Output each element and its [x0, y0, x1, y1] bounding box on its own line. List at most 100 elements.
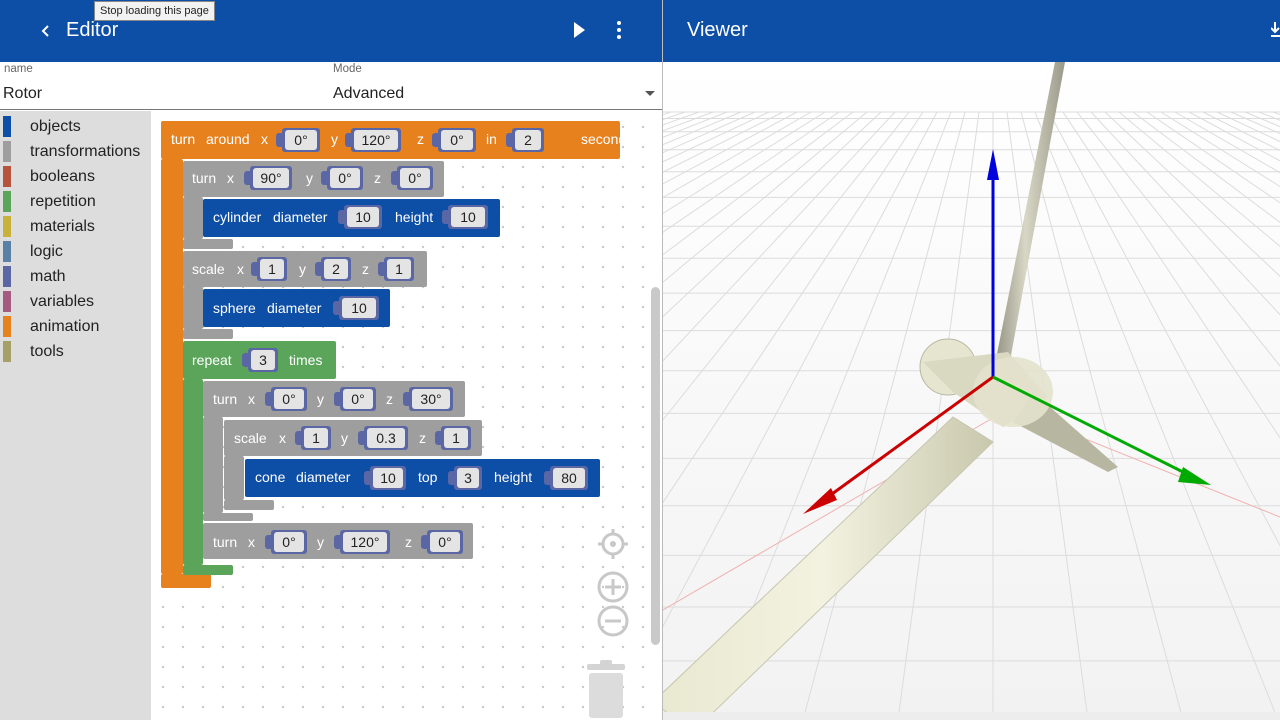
slot-turn2-z[interactable]: 30°: [403, 387, 453, 411]
axis-label-x: x: [237, 261, 244, 277]
axis-label-y: y: [341, 430, 348, 446]
axis-label-y: y: [299, 261, 306, 277]
value-text: 30°: [412, 389, 450, 409]
transform-block-turn-2-foot[interactable]: [203, 513, 253, 521]
slot-turn-around-x[interactable]: 0°: [276, 128, 320, 152]
category-color-swatch: [3, 191, 11, 212]
slot-scale1-x[interactable]: 1: [251, 257, 287, 281]
editor-fields: name Rotor Mode Advanced: [0, 62, 662, 110]
slot-turn2-x[interactable]: 0°: [265, 387, 307, 411]
category-color-swatch: [3, 291, 11, 312]
value-text: 0°: [441, 130, 473, 150]
animation-block-foot[interactable]: [161, 574, 211, 588]
slot-sphere-diameter[interactable]: 10: [333, 296, 379, 320]
slot-turn3-y[interactable]: 120°: [334, 530, 390, 554]
toolbox: objects transformations booleans repetition…: [0, 111, 151, 720]
axis-label-z: z: [374, 170, 381, 186]
toolbox-category-objects[interactable]: objects: [3, 115, 149, 137]
slot-turn1-z[interactable]: 0°: [391, 166, 433, 190]
param-label-height: height: [494, 469, 533, 485]
download-button[interactable]: [1270, 22, 1280, 43]
block-keyword-seconds: seconds: [581, 131, 634, 147]
viewer-canvas[interactable]: [663, 62, 1280, 720]
animation-block-arm[interactable]: [161, 159, 183, 574]
slot-cylinder-diameter[interactable]: 10: [338, 205, 382, 229]
slot-scale2-x[interactable]: 1: [295, 426, 331, 450]
slot-scale1-z[interactable]: 1: [378, 257, 414, 281]
zoom-out-button[interactable]: [597, 605, 629, 642]
slot-turn-around-y[interactable]: 120°: [345, 128, 401, 152]
more-menu-button[interactable]: [613, 19, 625, 46]
slot-cone-diameter[interactable]: 10: [364, 466, 406, 490]
mode-label: Mode: [333, 63, 362, 75]
transform-block-scale-1-foot[interactable]: [183, 329, 233, 339]
transform-block-scale-1-arm[interactable]: [183, 287, 203, 329]
category-label: repetition: [30, 193, 96, 210]
block-keyword-scale: scale: [192, 261, 225, 277]
toolbox-category-transformations[interactable]: transformations: [3, 140, 149, 162]
value-text: 120°: [354, 130, 398, 150]
chevron-left-icon: [41, 25, 49, 37]
axis-label-y: y: [306, 170, 313, 186]
dropdown-caret-icon[interactable]: [645, 91, 655, 96]
back-button[interactable]: [32, 17, 60, 45]
category-color-swatch: [3, 316, 11, 337]
value-text: 0°: [430, 532, 460, 552]
slot-duration[interactable]: 2: [506, 128, 544, 152]
slot-turn1-x[interactable]: 90°: [244, 166, 292, 190]
transform-block-turn-1-arm[interactable]: [183, 197, 203, 239]
trash-button[interactable]: [585, 660, 627, 725]
block-keyword-in: in: [486, 131, 497, 147]
download-icon: [1270, 22, 1280, 37]
toolbox-category-math[interactable]: math: [3, 265, 149, 287]
slot-turn3-z[interactable]: 0°: [421, 530, 463, 554]
slot-turn-around-z[interactable]: 0°: [432, 128, 476, 152]
name-field[interactable]: Rotor: [3, 85, 42, 103]
more-vert-icon: [617, 21, 621, 39]
toolbox-category-materials[interactable]: materials: [3, 215, 149, 237]
transform-block-scale-2-foot[interactable]: [224, 500, 274, 510]
run-button[interactable]: [573, 19, 587, 46]
blocks-workspace[interactable]: turn around x 0° y 120° z 0° in 2 seconds turn x 90° y…: [151, 111, 662, 720]
play-icon: [574, 22, 585, 38]
category-label: objects: [30, 118, 81, 135]
value-text: 1: [387, 259, 411, 279]
slot-repeat-count[interactable]: 3: [242, 348, 278, 372]
toolbox-category-logic[interactable]: logic: [3, 240, 149, 262]
toolbox-category-repetition[interactable]: repetition: [3, 190, 149, 212]
block-keyword-sphere: sphere: [213, 300, 256, 316]
workspace-scrollbar[interactable]: [651, 287, 660, 645]
axis-label-z: z: [405, 534, 412, 550]
toolbox-category-booleans[interactable]: booleans: [3, 165, 149, 187]
zoom-in-button[interactable]: [597, 571, 629, 608]
toolbox-category-variables[interactable]: variables: [3, 290, 149, 312]
value-text: 0°: [274, 389, 304, 409]
axis-label-z: z: [417, 131, 424, 147]
transform-block-scale-2-arm[interactable]: [224, 456, 244, 500]
repetition-block-arm[interactable]: [183, 379, 203, 565]
toolbox-category-animation[interactable]: animation: [3, 315, 149, 337]
recenter-button[interactable]: [597, 528, 629, 565]
value-text: 0°: [274, 532, 304, 552]
transform-block-turn-2-arm[interactable]: [203, 417, 223, 513]
category-color-swatch: [3, 216, 11, 237]
slot-turn3-x[interactable]: 0°: [265, 530, 307, 554]
value-text: 2: [324, 259, 348, 279]
slot-scale1-y[interactable]: 2: [315, 257, 351, 281]
slot-scale2-y[interactable]: 0.3: [358, 426, 408, 450]
mode-select[interactable]: Advanced: [333, 85, 404, 103]
slot-cylinder-height[interactable]: 10: [442, 205, 488, 229]
category-color-swatch: [3, 141, 11, 162]
slot-cone-top[interactable]: 3: [448, 466, 482, 490]
slot-cone-height[interactable]: 80: [544, 466, 588, 490]
transform-block-turn-1-foot[interactable]: [183, 239, 233, 249]
slot-turn1-y[interactable]: 0°: [321, 166, 363, 190]
value-text: 2: [515, 130, 541, 150]
category-color-swatch: [3, 241, 11, 262]
zoom-in-icon: [597, 571, 629, 603]
toolbox-category-tools[interactable]: tools: [3, 340, 149, 362]
axis-label-x: x: [227, 170, 234, 186]
repetition-block-foot[interactable]: [183, 565, 233, 575]
slot-scale2-z[interactable]: 1: [435, 426, 471, 450]
slot-turn2-y[interactable]: 0°: [334, 387, 376, 411]
